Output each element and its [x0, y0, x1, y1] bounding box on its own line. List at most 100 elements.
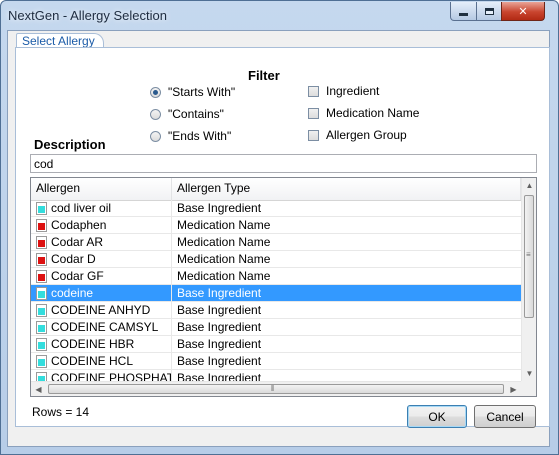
filter-heading: Filter [248, 68, 280, 83]
grip-icon: ⦀ [271, 384, 275, 393]
cell-allergen: CODEINE CAMSYL [31, 319, 172, 335]
table-row[interactable]: CODEINE PHOSPHATE Base Ingredient [31, 370, 521, 381]
checkbox-medication-name[interactable]: Medication Name [308, 106, 419, 120]
cyan-document-icon [36, 201, 47, 215]
ok-button[interactable]: OK [407, 405, 467, 428]
checkbox-ingredient[interactable]: Ingredient [308, 84, 379, 98]
maximize-icon [484, 7, 494, 15]
red-document-icon [36, 218, 47, 232]
cyan-document-icon [36, 354, 47, 368]
scroll-right-icon[interactable]: ▶ [506, 382, 521, 396]
red-document-icon [36, 269, 47, 283]
cell-allergen-type: Base Ingredient [177, 201, 262, 215]
maximize-button[interactable] [476, 2, 502, 21]
horizontal-scrollbar[interactable]: ◀ ⦀ ▶ [31, 381, 521, 396]
cell-allergen: CODEINE PHOSPHATE [31, 370, 172, 381]
vertical-scroll-thumb[interactable]: ≡ [524, 195, 534, 318]
grip-icon: ≡ [526, 250, 531, 259]
scroll-left-icon[interactable]: ◀ [31, 382, 46, 396]
grid-header: Allergen Allergen Type [31, 178, 521, 201]
red-document-icon [36, 235, 47, 249]
allergen-name: CODEINE ANHYD [51, 303, 151, 317]
allergen-name: CODEINE HBR [51, 337, 135, 351]
cyan-document-icon [36, 337, 47, 351]
cyan-document-icon [36, 371, 47, 381]
cell-allergen: CODEINE HCL [31, 353, 172, 369]
radio-starts-with-button[interactable] [150, 86, 161, 98]
cell-allergen-type: Base Ingredient [177, 303, 262, 317]
allergen-name: Codar AR [51, 235, 104, 249]
table-row[interactable]: Codar AR Medication Name [31, 234, 521, 251]
table-row[interactable]: CODEINE CAMSYL Base Ingredient [31, 319, 521, 336]
checkbox-allergen-group-box[interactable] [308, 129, 319, 141]
vertical-scrollbar[interactable]: ▲ ≡ ▼ [521, 178, 536, 381]
column-header-allergen-type[interactable]: Allergen Type [172, 178, 521, 200]
scroll-down-icon[interactable]: ▼ [522, 366, 536, 381]
grid-body: cod liver oil Base Ingredient Codaphen Medi… [31, 200, 521, 381]
cell-allergen-type: Base Ingredient [177, 286, 262, 300]
red-document-icon [36, 252, 47, 266]
radio-starts-with-label: "Starts With" [168, 85, 236, 99]
table-row[interactable]: Codaphen Medication Name [31, 217, 521, 234]
cyan-document-icon [36, 286, 47, 300]
radio-contains-button[interactable] [150, 108, 161, 120]
cell-allergen: codeine [31, 285, 172, 301]
scroll-up-icon[interactable]: ▲ [522, 178, 536, 193]
allergen-name: CODEINE PHOSPHATE [51, 371, 172, 381]
checkbox-medication-name-label: Medication Name [326, 106, 420, 120]
allergen-name: Codar D [51, 252, 96, 266]
allergen-name: Codar GF [51, 269, 104, 283]
cancel-button[interactable]: Cancel [474, 405, 536, 428]
cell-allergen-type: Medication Name [177, 269, 271, 283]
radio-contains[interactable]: "Contains" [150, 107, 224, 121]
close-icon: ✕ [518, 5, 528, 18]
cyan-document-icon [36, 303, 47, 317]
window-title: NextGen - Allergy Selection [8, 8, 167, 23]
cell-allergen: Codar GF [31, 268, 172, 284]
cell-allergen-type: Medication Name [177, 252, 271, 266]
description-label: Description [34, 137, 106, 152]
horizontal-scroll-thumb[interactable]: ⦀ [48, 384, 504, 394]
table-row[interactable]: CODEINE HCL Base Ingredient [31, 353, 521, 370]
allergen-name: codeine [51, 286, 94, 300]
allergen-name: CODEINE CAMSYL [51, 320, 159, 334]
minimize-icon [459, 12, 468, 16]
cell-allergen: Codaphen [31, 217, 172, 233]
cell-allergen-type: Medication Name [177, 218, 271, 232]
allergen-name: CODEINE HCL [51, 354, 134, 368]
table-row[interactable]: CODEINE ANHYD Base Ingredient [31, 302, 521, 319]
cell-allergen: Codar D [31, 251, 172, 267]
cell-allergen-type: Base Ingredient [177, 354, 262, 368]
cyan-document-icon [36, 320, 47, 334]
radio-contains-label: "Contains" [168, 107, 224, 121]
table-row[interactable]: CODEINE HBR Base Ingredient [31, 336, 521, 353]
checkbox-allergen-group-label: Allergen Group [326, 128, 407, 142]
checkbox-ingredient-box[interactable] [308, 85, 319, 97]
checkbox-medication-name-box[interactable] [308, 107, 319, 119]
table-row[interactable]: codeine Base Ingredient [31, 285, 521, 302]
radio-starts-with[interactable]: "Starts With" [150, 85, 235, 99]
minimize-button[interactable] [450, 2, 477, 21]
cell-allergen: cod liver oil [31, 200, 172, 216]
checkbox-allergen-group[interactable]: Allergen Group [308, 128, 407, 142]
column-header-allergen[interactable]: Allergen [31, 178, 172, 200]
cell-allergen-type: Base Ingredient [177, 320, 262, 334]
rows-count: Rows = 14 [32, 405, 90, 419]
radio-ends-with-button[interactable] [150, 130, 161, 142]
cell-allergen-type: Base Ingredient [177, 371, 262, 381]
table-row[interactable]: Codar D Medication Name [31, 251, 521, 268]
checkbox-ingredient-label: Ingredient [326, 84, 380, 98]
cell-allergen: CODEINE ANHYD [31, 302, 172, 318]
allergen-grid: Allergen Allergen Type cod liver oil Base… [30, 177, 537, 397]
title-bar[interactable]: NextGen - Allergy Selection ✕ [1, 1, 558, 31]
table-row[interactable]: cod liver oil Base Ingredient [31, 200, 521, 217]
allergen-name: cod liver oil [51, 201, 112, 215]
cell-allergen: CODEINE HBR [31, 336, 172, 352]
cell-allergen-type: Medication Name [177, 235, 271, 249]
radio-ends-with[interactable]: "Ends With" [150, 129, 231, 143]
close-button[interactable]: ✕ [501, 2, 545, 21]
table-row[interactable]: Codar GF Medication Name [31, 268, 521, 285]
scrollbar-corner [521, 381, 536, 396]
radio-ends-with-label: "Ends With" [168, 129, 232, 143]
description-input[interactable] [30, 154, 537, 173]
